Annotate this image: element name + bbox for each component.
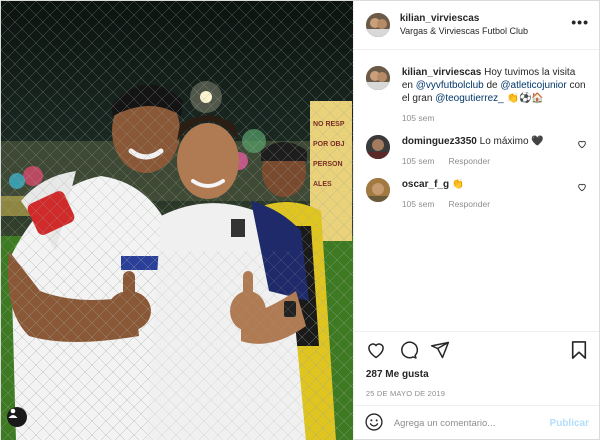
comment-text: 👏	[451, 179, 465, 190]
avatar[interactable]	[365, 178, 390, 202]
post-date[interactable]: 25 DE MAYO DE 2019	[366, 389, 587, 398]
post-photo[interactable]: NO RESP POR OBJ PERSON ALES	[1, 1, 353, 440]
photo-illustration: NO RESP POR OBJ PERSON ALES	[1, 1, 353, 440]
comments-list: kilian_virviescas Hoy tuvimos la visita …	[354, 50, 599, 331]
header-location[interactable]: Vargas & Virviescas Futbol Club	[400, 25, 528, 38]
caption-time[interactable]: 105 sem	[402, 113, 435, 123]
tag-user-icon[interactable]	[7, 407, 27, 427]
post-side-panel: kilian_virviescas Vargas & Virviescas Fu…	[352, 1, 599, 440]
avatar[interactable]	[365, 13, 390, 37]
heart-icon[interactable]	[577, 182, 587, 195]
caption-mention[interactable]: @vyvfutbolclub	[416, 80, 484, 91]
more-icon[interactable]: •••	[571, 15, 589, 29]
post-header: kilian_virviescas Vargas & Virviescas Fu…	[353, 1, 599, 50]
caption-mention[interactable]: @teogutierrez_	[435, 93, 504, 104]
instagram-post: NO RESP POR OBJ PERSON ALES	[0, 0, 600, 440]
bookmark-icon[interactable]	[570, 340, 588, 363]
comment-item: dominguez3350 Lo máximo 🖤 105 sem Respond…	[365, 135, 587, 167]
avatar[interactable]	[365, 135, 390, 159]
caption: kilian_virviescas Hoy tuvimos la visita …	[365, 66, 587, 124]
comment-item: oscar_f_g 👏 105 sem Responder	[365, 178, 587, 210]
comment-username[interactable]: dominguez3350	[402, 136, 477, 147]
caption-text: de	[483, 80, 501, 91]
caption-emojis: 👏⚽🏠	[506, 93, 544, 104]
header-username[interactable]: kilian_virviescas	[400, 12, 528, 25]
avatar[interactable]	[365, 66, 390, 90]
comment-time[interactable]: 105 sem	[402, 156, 435, 166]
reply-button[interactable]: Responder	[448, 199, 490, 209]
reply-button[interactable]: Responder	[448, 156, 490, 166]
publish-button[interactable]: Publicar	[550, 418, 589, 429]
add-comment-bar: Agrega un comentario... Publicar	[353, 405, 599, 440]
comment-text: Lo máximo 🖤	[479, 136, 544, 147]
emoji-icon[interactable]	[364, 412, 384, 435]
post-actions: 287 Me gusta 25 DE MAYO DE 2019	[353, 331, 599, 405]
heart-icon[interactable]	[366, 340, 386, 360]
comment-icon[interactable]	[398, 340, 418, 360]
comment-input[interactable]: Agrega un comentario...	[394, 418, 550, 429]
heart-icon[interactable]	[577, 139, 587, 152]
caption-mention[interactable]: @atleticojunior	[500, 80, 566, 91]
share-icon[interactable]	[430, 340, 450, 360]
comment-time[interactable]: 105 sem	[402, 199, 435, 209]
comment-username[interactable]: oscar_f_g	[402, 179, 449, 190]
caption-username[interactable]: kilian_virviescas	[402, 67, 482, 78]
likes-count[interactable]: 287 Me gusta	[366, 369, 587, 380]
